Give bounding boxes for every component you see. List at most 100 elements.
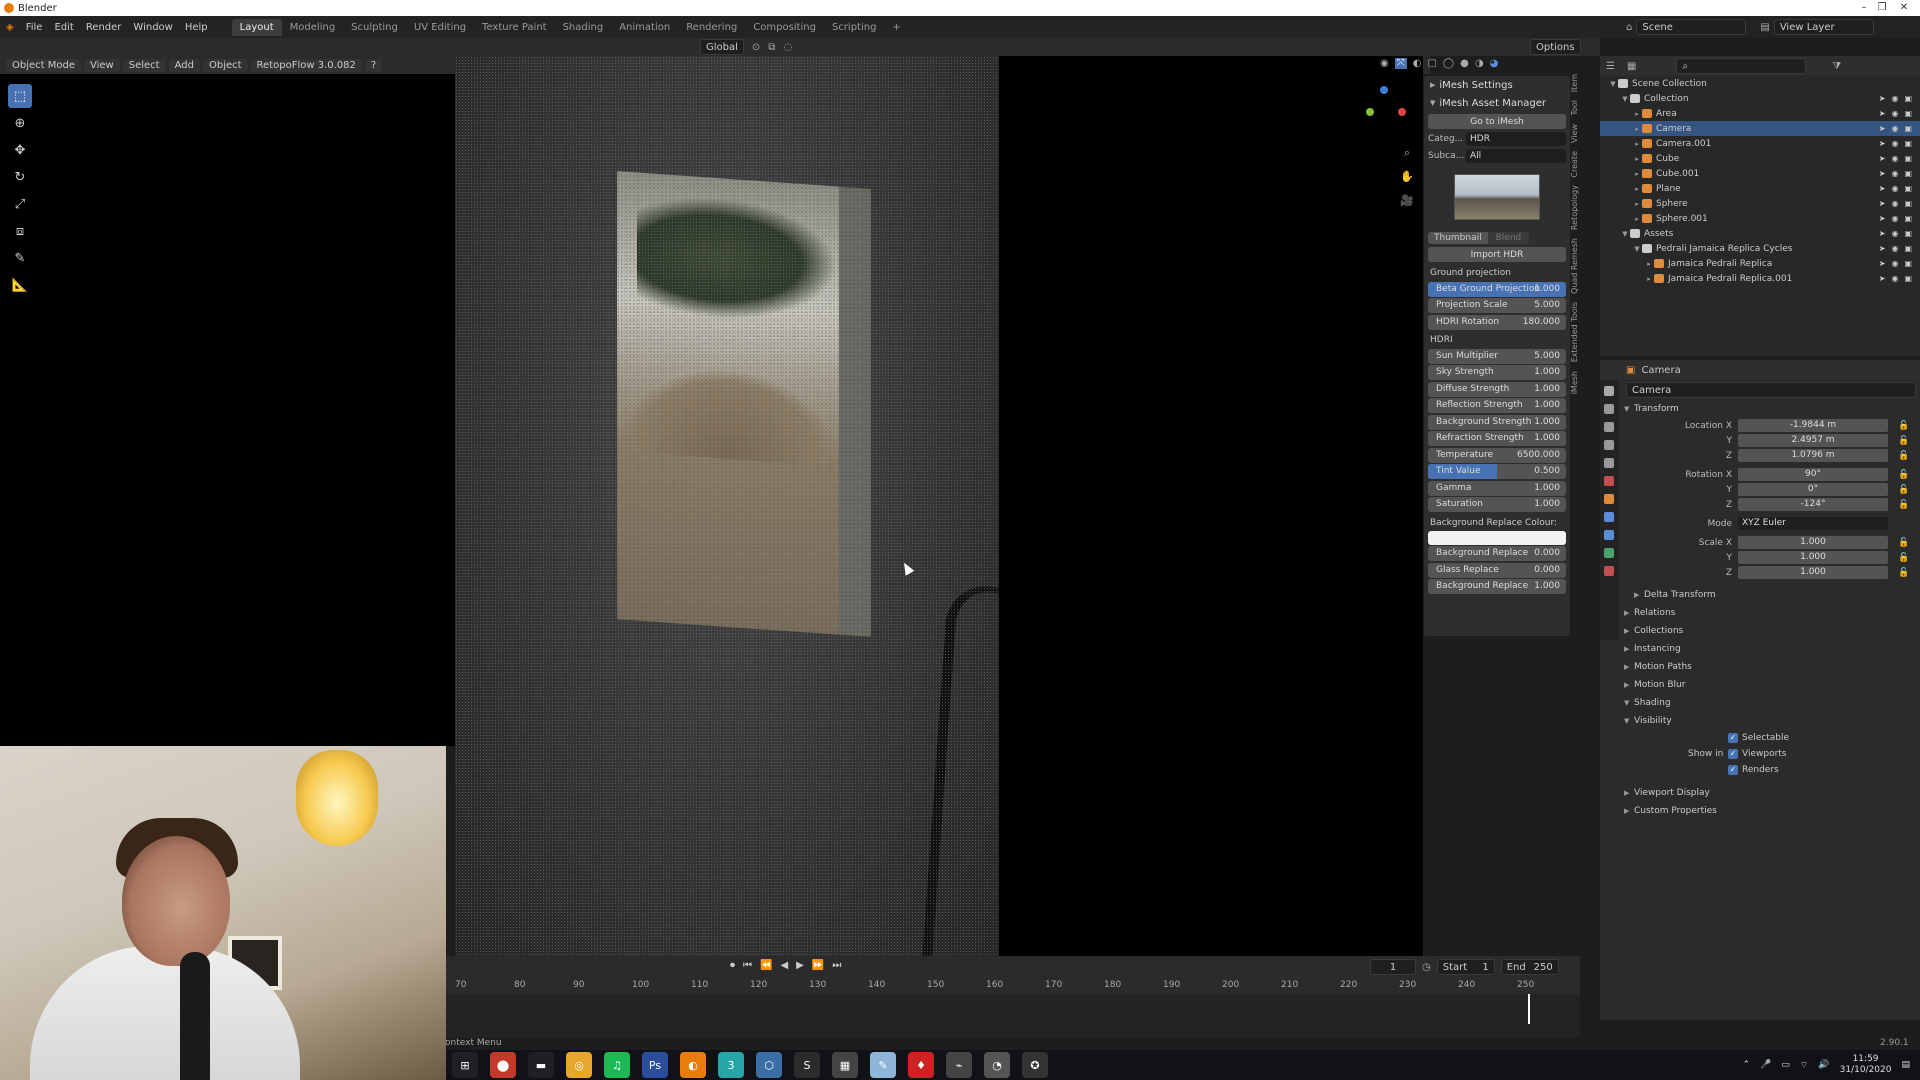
view-layer-selector[interactable]: View Layer xyxy=(1773,19,1874,35)
network-icon[interactable]: ▭ xyxy=(1781,1060,1790,1070)
hdri-slider[interactable]: Temperature 6500.000 xyxy=(1428,447,1566,463)
location-field[interactable]: -1.9844 m xyxy=(1738,419,1888,432)
scene-selector[interactable]: Scene xyxy=(1636,19,1747,35)
select-toggle-icon[interactable]: ➤ xyxy=(1879,214,1886,223)
viewports-row[interactable]: Show in ✓ Viewports xyxy=(1618,746,1920,762)
expand-arrow-icon[interactable]: ▸ xyxy=(1644,275,1654,283)
outliner-row[interactable]: ▸ Sphere.001 ➤ ◉ ▣ xyxy=(1600,211,1920,226)
tab-modeling[interactable]: Modeling xyxy=(282,19,344,36)
snap-icon[interactable]: ⧉ xyxy=(768,42,775,53)
sidebar-tab[interactable]: Quad Remesh xyxy=(1570,238,1579,294)
eye-icon[interactable]: ◉ xyxy=(1891,244,1898,253)
outliner-row[interactable]: ▼ Assets ➤ ◉ ▣ xyxy=(1600,226,1920,241)
taskbar-app-icon[interactable]: S xyxy=(794,1052,820,1078)
taskbar-app-icon[interactable]: Ps xyxy=(642,1052,668,1078)
render-toggle-icon[interactable]: ▣ xyxy=(1904,154,1912,163)
location-field[interactable]: 2.4957 m xyxy=(1738,434,1888,447)
tab-sculpting[interactable]: Sculpting xyxy=(343,19,406,36)
panel-section[interactable]: ▶ Collections xyxy=(1618,622,1920,640)
eye-icon[interactable]: ◉ xyxy=(1891,259,1898,268)
end-frame-field[interactable]: End 250 xyxy=(1500,959,1559,975)
add-menu[interactable]: Add xyxy=(168,58,200,72)
sidebar-tab[interactable]: Create xyxy=(1570,151,1579,178)
object-menu[interactable]: Object xyxy=(202,58,248,72)
cursor-icon[interactable]: ⊕ xyxy=(8,111,32,135)
outliner-row[interactable]: ▸ Jamaica Pedrali Replica ➤ ◉ ▣ xyxy=(1600,256,1920,271)
menu-file[interactable]: File xyxy=(20,22,49,33)
rotate-icon[interactable]: ↻ xyxy=(8,165,32,189)
volume-icon[interactable]: 🔊 xyxy=(1818,1060,1829,1070)
record-icon[interactable]: ⏺ xyxy=(730,960,735,971)
outliner-row[interactable]: ▼ Scene Collection xyxy=(1600,76,1920,91)
delta-transform-section[interactable]: ▶ Delta Transform xyxy=(1618,586,1920,604)
hdri-slider[interactable]: Gamma 1.000 xyxy=(1428,480,1566,496)
outliner-row[interactable]: ▸ Plane ➤ ◉ ▣ xyxy=(1600,181,1920,196)
lock-icon[interactable]: 🔓 xyxy=(1898,470,1909,480)
y-axis-icon[interactable] xyxy=(1366,108,1374,116)
sidebar-tab[interactable]: Tool xyxy=(1570,100,1579,116)
material-shading-icon[interactable]: ◑ xyxy=(1475,58,1484,69)
expand-arrow-icon[interactable]: ▼ xyxy=(1608,80,1618,88)
taskbar-app-icon[interactable]: ⌁ xyxy=(946,1052,972,1078)
imesh-settings-header[interactable]: ▶ iMesh Settings xyxy=(1424,76,1570,94)
panel-section[interactable]: ▼ Shading xyxy=(1618,694,1920,712)
render-toggle-icon[interactable]: ▣ xyxy=(1904,199,1912,208)
jump-end-icon[interactable]: ⏭ xyxy=(832,960,841,971)
render-toggle-icon[interactable]: ▣ xyxy=(1904,214,1912,223)
transform-orientation-dropdown[interactable]: Global xyxy=(700,39,744,55)
rotation-field[interactable]: -124° xyxy=(1738,498,1888,511)
ground-slider[interactable]: Beta Ground Projection 1.000 xyxy=(1428,281,1566,297)
render-toggle-icon[interactable]: ▣ xyxy=(1904,139,1912,148)
render-toggle-icon[interactable]: ▣ xyxy=(1904,184,1912,193)
eye-icon[interactable]: ◉ xyxy=(1891,139,1898,148)
hdri-slider[interactable]: Reflection Strength 1.000 xyxy=(1428,398,1566,413)
expand-arrow-icon[interactable]: ▸ xyxy=(1632,155,1642,163)
taskbar-app-icon[interactable]: ⬡ xyxy=(756,1052,782,1078)
navigation-gizmo[interactable] xyxy=(1362,80,1406,130)
render-toggle-icon[interactable]: ▣ xyxy=(1904,94,1912,103)
panel-section[interactable]: ▶ Instancing xyxy=(1618,640,1920,658)
expand-arrow-icon[interactable]: ▼ xyxy=(1620,230,1630,238)
lock-icon[interactable]: 🔓 xyxy=(1898,436,1909,446)
select-toggle-icon[interactable]: ➤ xyxy=(1879,229,1886,238)
outliner-row[interactable]: ▼ Pedrali Jamaica Replica Cycles ➤ ◉ ▣ xyxy=(1600,241,1920,256)
sidebar-tab[interactable]: Item xyxy=(1570,74,1579,92)
select-menu[interactable]: Select xyxy=(122,58,166,72)
lock-icon[interactable]: 🔓 xyxy=(1898,568,1909,578)
eye-icon[interactable]: ◉ xyxy=(1891,274,1898,283)
gizmo-toggle-icon[interactable]: ⤧ xyxy=(1394,58,1407,69)
add-workspace-button[interactable]: + xyxy=(884,19,908,36)
x-axis-icon[interactable] xyxy=(1398,108,1406,116)
taskbar-clock[interactable]: 11:59 31/10/2020 xyxy=(1840,1054,1892,1076)
outliner-row[interactable]: ▸ Camera ➤ ◉ ▣ xyxy=(1600,121,1920,136)
move-icon[interactable]: ✥ xyxy=(8,138,32,162)
checkbox-icon[interactable]: ✓ xyxy=(1728,733,1738,743)
select-toggle-icon[interactable]: ➤ xyxy=(1879,169,1886,178)
outliner-editor-icon[interactable]: ☰ xyxy=(1606,61,1615,72)
menu-window[interactable]: Window xyxy=(127,22,178,33)
render-preview[interactable] xyxy=(455,56,999,956)
hdri-slider[interactable]: Sky Strength 1.000 xyxy=(1428,365,1566,380)
data-tab-icon[interactable] xyxy=(1604,566,1614,576)
lock-icon[interactable]: 🔓 xyxy=(1898,485,1909,495)
expand-arrow-icon[interactable]: ▼ xyxy=(1620,95,1630,103)
rotation-field[interactable]: 90° xyxy=(1738,468,1888,481)
wifi-icon[interactable]: ⌔ xyxy=(1800,1060,1808,1071)
start-frame-field[interactable]: Start 1 xyxy=(1436,959,1495,975)
wireframe-shading-icon[interactable]: ◯ xyxy=(1443,58,1454,69)
eye-icon[interactable]: ◉ xyxy=(1891,109,1898,118)
tab-shading[interactable]: Shading xyxy=(555,19,612,36)
outliner-row[interactable]: ▸ Cube.001 ➤ ◉ ▣ xyxy=(1600,166,1920,181)
panel-section[interactable]: ▶ Viewport Display xyxy=(1618,784,1920,802)
scene-tab-icon[interactable] xyxy=(1604,458,1614,468)
sidebar-tab[interactable]: Retopology xyxy=(1570,185,1579,230)
background-colour-swatch[interactable] xyxy=(1428,530,1566,545)
select-toggle-icon[interactable]: ➤ xyxy=(1879,154,1886,163)
tab-texture-paint[interactable]: Texture Paint xyxy=(474,19,555,36)
taskbar-app-icon[interactable]: ▦ xyxy=(832,1052,858,1078)
hdri-slider[interactable]: Background Strength 1.000 xyxy=(1428,414,1566,430)
eye-icon[interactable]: ◉ xyxy=(1891,124,1898,133)
render-toggle-icon[interactable]: ▣ xyxy=(1904,229,1912,238)
render-toggle-icon[interactable]: ▣ xyxy=(1904,124,1912,133)
select-box-icon[interactable]: ⬚ xyxy=(8,84,32,108)
